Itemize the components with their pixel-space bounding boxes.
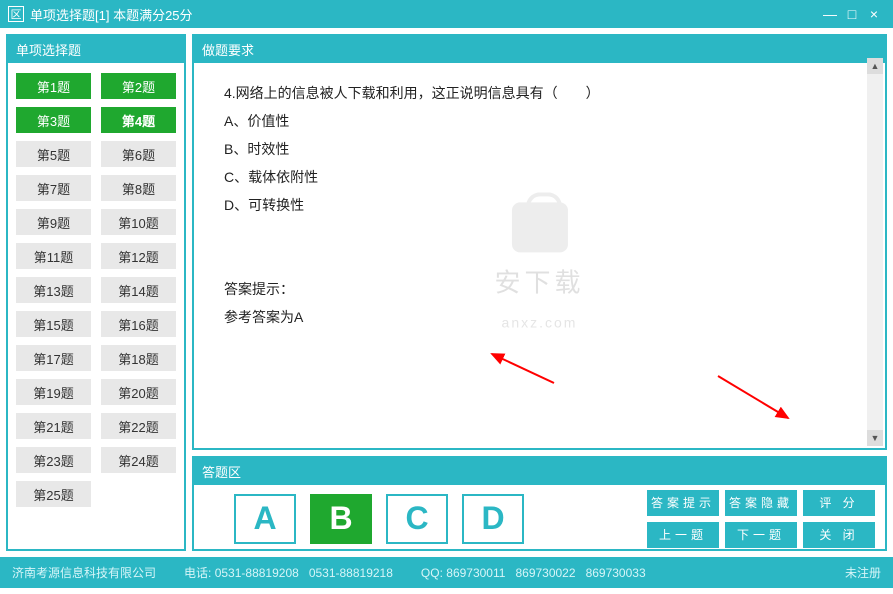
next-button[interactable]: 下一题 bbox=[725, 522, 797, 548]
option-d: D、可转换性 bbox=[224, 191, 855, 219]
question-button-23[interactable]: 第23题 bbox=[16, 447, 91, 473]
requirement-panel: 做题要求 4.网络上的信息被人下载和利用，这正说明信息具有（ ） A、价值性 B… bbox=[192, 34, 887, 450]
question-button-19[interactable]: 第19题 bbox=[16, 379, 91, 405]
scroll-down-icon[interactable]: ▼ bbox=[867, 430, 883, 446]
close-button[interactable]: × bbox=[863, 6, 885, 22]
question-button-20[interactable]: 第20题 bbox=[101, 379, 176, 405]
option-c: C、载体依附性 bbox=[224, 163, 855, 191]
question-button-17[interactable]: 第17题 bbox=[16, 345, 91, 371]
hint-answer: 参考答案为A bbox=[224, 303, 855, 331]
question-button-15[interactable]: 第15题 bbox=[16, 311, 91, 337]
question-button-5[interactable]: 第5题 bbox=[16, 141, 91, 167]
option-a: A、价值性 bbox=[224, 107, 855, 135]
answer-panel-title: 答题区 bbox=[194, 458, 885, 485]
maximize-button[interactable]: □ bbox=[841, 6, 863, 22]
choice-d[interactable]: D bbox=[462, 494, 524, 544]
question-button-25[interactable]: 第25题 bbox=[16, 481, 91, 507]
app-icon: 区 bbox=[8, 6, 24, 22]
question-button-8[interactable]: 第8题 bbox=[101, 175, 176, 201]
score-button[interactable]: 评 分 bbox=[803, 490, 875, 516]
question-button-1[interactable]: 第1题 bbox=[16, 73, 91, 99]
qq-info: QQ: 869730011 869730022 869730033 bbox=[421, 566, 646, 580]
company-name: 济南考源信息科技有限公司 bbox=[12, 564, 156, 581]
window-title: 单项选择题[1] 本题满分25分 bbox=[30, 5, 193, 24]
close-panel-button[interactable]: 关 闭 bbox=[803, 522, 875, 548]
question-button-12[interactable]: 第12题 bbox=[101, 243, 176, 269]
question-button-18[interactable]: 第18题 bbox=[101, 345, 176, 371]
question-list-title: 单项选择题 bbox=[8, 36, 184, 63]
question-button-6[interactable]: 第6题 bbox=[101, 141, 176, 167]
question-button-10[interactable]: 第10题 bbox=[101, 209, 176, 235]
question-list-panel: 单项选择题 第1题第2题第3题第4题第5题第6题第7题第8题第9题第10题第11… bbox=[6, 34, 186, 551]
question-button-22[interactable]: 第22题 bbox=[101, 413, 176, 439]
choice-b[interactable]: B bbox=[310, 494, 372, 544]
question-button-2[interactable]: 第2题 bbox=[101, 73, 176, 99]
prev-button[interactable]: 上一题 bbox=[647, 522, 719, 548]
question-button-13[interactable]: 第13题 bbox=[16, 277, 91, 303]
annotation-arrow-icon bbox=[484, 348, 564, 388]
tel-info: 电话: 0531-88819208 0531-88819218 bbox=[184, 564, 393, 581]
title-bar: 区 单项选择题[1] 本题满分25分 — □ × bbox=[0, 0, 893, 28]
question-text: 4.网络上的信息被人下载和利用，这正说明信息具有（ ） bbox=[224, 79, 855, 107]
status-bar: 济南考源信息科技有限公司 电话: 0531-88819208 0531-8881… bbox=[0, 557, 893, 588]
question-button-11[interactable]: 第11题 bbox=[16, 243, 91, 269]
question-button-14[interactable]: 第14题 bbox=[101, 277, 176, 303]
hint-label: 答案提示： bbox=[224, 275, 855, 303]
requirement-title: 做题要求 bbox=[194, 36, 885, 63]
question-button-7[interactable]: 第7题 bbox=[16, 175, 91, 201]
choice-c[interactable]: C bbox=[386, 494, 448, 544]
question-button-3[interactable]: 第3题 bbox=[16, 107, 91, 133]
question-button-21[interactable]: 第21题 bbox=[16, 413, 91, 439]
choice-a[interactable]: A bbox=[234, 494, 296, 544]
question-button-9[interactable]: 第9题 bbox=[16, 209, 91, 235]
question-button-24[interactable]: 第24题 bbox=[101, 447, 176, 473]
show-answer-button[interactable]: 答案提示 bbox=[647, 490, 719, 516]
register-status: 未注册 bbox=[845, 564, 881, 581]
scrollbar[interactable]: ▲ ▼ bbox=[867, 58, 883, 446]
scroll-up-icon[interactable]: ▲ bbox=[867, 58, 883, 74]
question-button-4[interactable]: 第4题 bbox=[101, 107, 176, 133]
question-button-16[interactable]: 第16题 bbox=[101, 311, 176, 337]
minimize-button[interactable]: — bbox=[819, 6, 841, 22]
hide-answer-button[interactable]: 答案隐藏 bbox=[725, 490, 797, 516]
answer-panel: 答题区 ABCD 答案提示 答案隐藏 评 分 上一题 下一题 关 闭 bbox=[192, 456, 887, 551]
option-b: B、时效性 bbox=[224, 135, 855, 163]
